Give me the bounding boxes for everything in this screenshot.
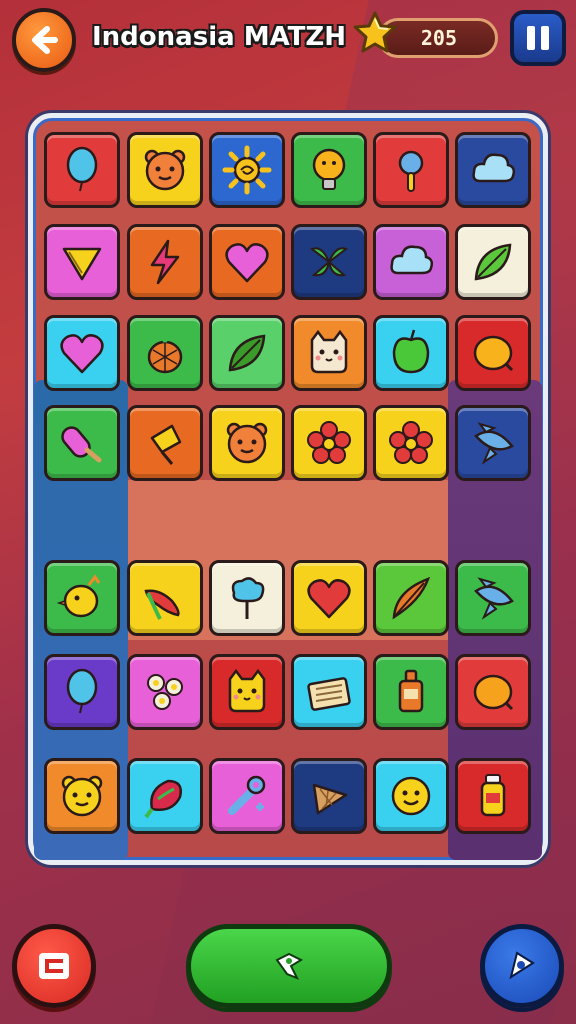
triangle-icon bbox=[62, 247, 102, 281]
tile[interactable] bbox=[209, 224, 285, 300]
chick-icon bbox=[56, 574, 101, 618]
tile[interactable] bbox=[44, 560, 120, 636]
tile[interactable] bbox=[291, 560, 367, 636]
tile[interactable] bbox=[291, 132, 367, 208]
bear-face-icon bbox=[226, 422, 268, 464]
tile[interactable] bbox=[373, 654, 449, 730]
tile[interactable] bbox=[291, 654, 367, 730]
score-value: 205 bbox=[420, 26, 457, 50]
tile[interactable] bbox=[127, 315, 203, 391]
pause-button[interactable] bbox=[510, 10, 566, 66]
tile[interactable] bbox=[291, 315, 367, 391]
heart-icon bbox=[307, 579, 351, 619]
flower-icon bbox=[307, 421, 351, 464]
hint-icon bbox=[275, 952, 304, 980]
smiley-icon bbox=[391, 776, 431, 816]
undo-button[interactable] bbox=[480, 924, 564, 1008]
tile[interactable] bbox=[373, 758, 449, 834]
tile[interactable] bbox=[44, 758, 120, 834]
tile[interactable] bbox=[373, 315, 449, 391]
undo-icon bbox=[509, 951, 535, 980]
tile[interactable] bbox=[455, 758, 531, 834]
star-icon bbox=[353, 11, 397, 53]
ice-cream-cone-icon bbox=[312, 783, 348, 815]
pause-icon bbox=[527, 26, 535, 50]
tile[interactable] bbox=[44, 132, 120, 208]
heart-icon bbox=[60, 334, 104, 374]
card-icon bbox=[307, 677, 351, 711]
tile[interactable] bbox=[455, 654, 531, 730]
popsicle-icon bbox=[61, 426, 102, 463]
tile[interactable] bbox=[127, 654, 203, 730]
heart-icon bbox=[225, 243, 269, 283]
balloon-icon bbox=[66, 668, 98, 714]
tile[interactable] bbox=[455, 315, 531, 391]
apple-icon bbox=[392, 329, 430, 374]
tile[interactable] bbox=[291, 224, 367, 300]
rocket-icon bbox=[474, 577, 514, 620]
tile[interactable] bbox=[127, 758, 203, 834]
radish-icon bbox=[144, 779, 182, 819]
tile[interactable] bbox=[455, 224, 531, 300]
flowers-icon bbox=[147, 674, 183, 710]
tile[interactable] bbox=[127, 224, 203, 300]
orange-icon bbox=[473, 674, 514, 711]
shuffle-icon bbox=[39, 953, 69, 979]
bear-face-icon bbox=[144, 149, 186, 191]
hint-button[interactable] bbox=[186, 924, 392, 1008]
tile[interactable] bbox=[209, 315, 285, 391]
tile[interactable] bbox=[127, 132, 203, 208]
tile[interactable] bbox=[373, 405, 449, 481]
tile[interactable] bbox=[373, 560, 449, 636]
sun-icon bbox=[222, 145, 272, 195]
tile[interactable] bbox=[44, 224, 120, 300]
magnifier-icon bbox=[398, 150, 424, 192]
game-title: Indonasia MATZH bbox=[92, 22, 347, 52]
pineapple-icon bbox=[147, 330, 183, 374]
tile[interactable] bbox=[44, 405, 120, 481]
cotton-candy-icon bbox=[231, 577, 265, 619]
tile[interactable] bbox=[209, 758, 285, 834]
arrow-left-icon bbox=[32, 26, 58, 54]
cloud-icon bbox=[472, 153, 516, 183]
tile[interactable] bbox=[127, 560, 203, 636]
leaf-icon bbox=[228, 334, 266, 372]
cat-face-icon bbox=[310, 329, 348, 374]
tile[interactable] bbox=[209, 132, 285, 208]
cloud-icon bbox=[390, 245, 434, 275]
candy-icon bbox=[150, 424, 182, 465]
lightning-icon bbox=[150, 239, 180, 285]
tile[interactable] bbox=[455, 405, 531, 481]
tile[interactable] bbox=[44, 315, 120, 391]
shuffle-button[interactable] bbox=[12, 924, 96, 1008]
tile[interactable] bbox=[209, 560, 285, 636]
top-bar: Indonasia MATZH 205 bbox=[0, 0, 576, 80]
rocket-icon bbox=[474, 422, 514, 465]
wrench-icon bbox=[228, 775, 266, 815]
tile[interactable] bbox=[291, 758, 367, 834]
tile[interactable] bbox=[455, 560, 531, 636]
lemon-icon bbox=[473, 335, 514, 372]
bear-face-icon bbox=[61, 775, 103, 817]
tile[interactable] bbox=[373, 132, 449, 208]
feather-icon bbox=[392, 576, 431, 620]
leaves-icon bbox=[309, 247, 349, 277]
jar-icon bbox=[480, 774, 506, 817]
tile[interactable] bbox=[373, 224, 449, 300]
leaf-icon bbox=[474, 243, 512, 281]
balloon-icon bbox=[66, 146, 98, 192]
tile[interactable] bbox=[455, 132, 531, 208]
chili-icon bbox=[144, 589, 180, 620]
tile[interactable] bbox=[209, 405, 285, 481]
bottle-icon bbox=[398, 669, 424, 713]
tile[interactable] bbox=[209, 654, 285, 730]
bulb-icon bbox=[312, 148, 346, 190]
bottom-bar bbox=[0, 910, 576, 1020]
cat-face-icon bbox=[228, 668, 266, 713]
tile[interactable] bbox=[291, 405, 367, 481]
back-button[interactable] bbox=[12, 8, 76, 72]
flower-icon bbox=[389, 421, 433, 464]
tile[interactable] bbox=[44, 654, 120, 730]
tile[interactable] bbox=[127, 405, 203, 481]
